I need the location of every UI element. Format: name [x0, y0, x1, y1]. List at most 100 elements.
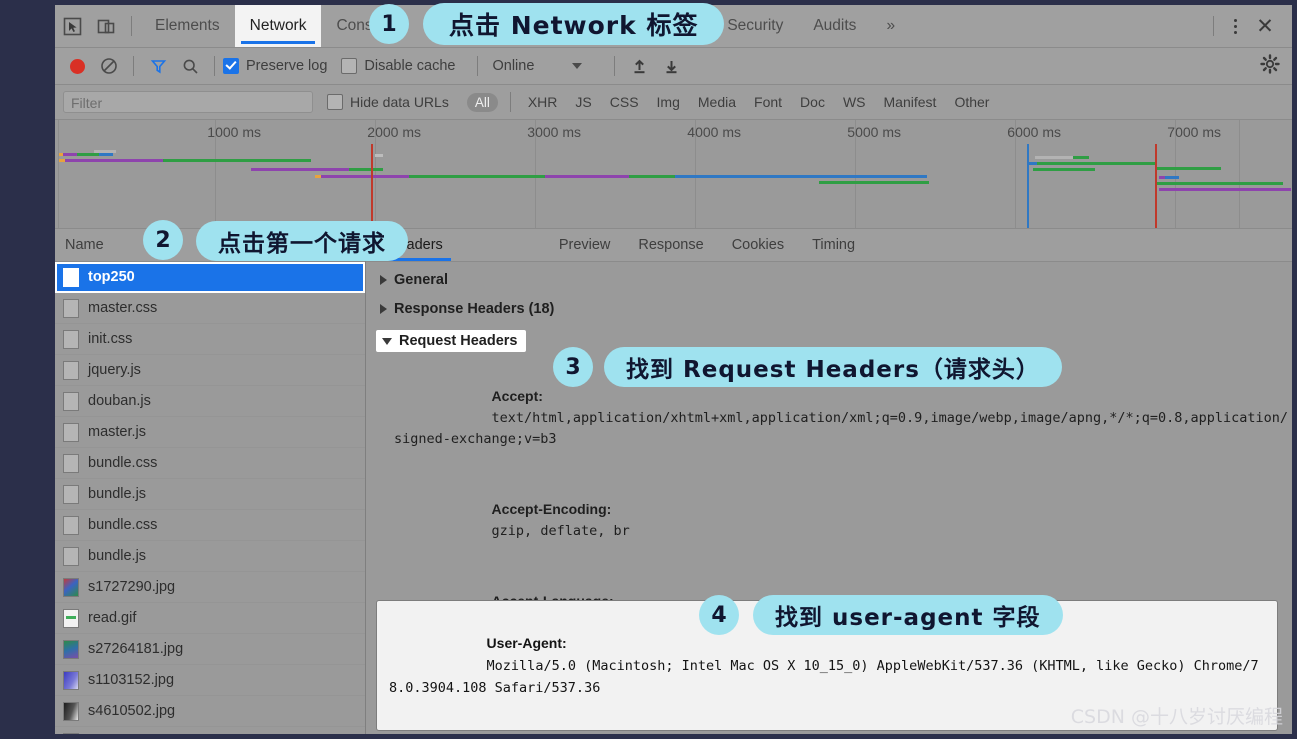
request-row-jquery-js[interactable]: jquery.js [55, 355, 365, 386]
disable-cache-check-icon [341, 58, 358, 74]
detail-tab-response[interactable]: Response [624, 229, 717, 261]
image-icon [63, 670, 79, 690]
request-row-s4610502-jpg[interactable]: s4610502.jpg [55, 696, 365, 727]
network-filter-bar: Filter Hide data URLs All XHR JS CSS Img… [55, 85, 1292, 120]
request-row-s1727290-jpg[interactable]: s1727290.jpg [55, 572, 365, 603]
hide-data-urls-check-icon [327, 94, 343, 110]
header-value: gzip, deflate, br [491, 523, 630, 539]
request-name: s27264181.jpg [88, 641, 184, 657]
image-icon [63, 577, 79, 597]
request-detail-tabs: Headers Preview Response Cookies Timing [366, 229, 1292, 262]
section-request-headers-label: Request Headers [399, 333, 518, 349]
chevron-down-icon [572, 63, 583, 69]
timeline-tick-7000: 7000 ms [1167, 124, 1221, 140]
inspect-element-icon[interactable] [55, 5, 89, 47]
network-timeline-overview[interactable]: 1000 ms 2000 ms 3000 ms 4000 ms 5000 ms … [55, 120, 1292, 229]
request-row-s1103152-jpg[interactable]: s1103152.jpg [55, 665, 365, 696]
section-response-headers[interactable]: Response Headers (18) [380, 301, 1292, 317]
device-toolbar-icon[interactable] [89, 5, 123, 47]
toolbar-divider-3 [477, 56, 479, 76]
settings-gear-icon[interactable] [1260, 54, 1280, 78]
waterfall-bar [1035, 156, 1073, 159]
request-row-bundle-css-1[interactable]: bundle.css [55, 448, 365, 479]
search-icon[interactable] [174, 50, 206, 82]
disable-cache-checkbox[interactable]: Disable cache [341, 58, 455, 74]
tab-security[interactable]: Security [712, 5, 798, 47]
detail-tab-cookies[interactable]: Cookies [718, 229, 798, 261]
request-name: top250 [88, 269, 135, 285]
waterfall-bar [251, 168, 349, 171]
request-list[interactable]: top250 master.css init.css jquery.js dou… [55, 262, 365, 734]
request-row-bundle-css-2[interactable]: bundle.css [55, 510, 365, 541]
timeline-tick-6000: 6000 ms [1007, 124, 1061, 140]
request-row-douban-js[interactable]: douban.js [55, 386, 365, 417]
preserve-log-checkbox[interactable]: Preserve log [223, 58, 327, 74]
hide-data-urls-checkbox[interactable]: Hide data URLs [327, 94, 449, 110]
request-row-read-gif[interactable]: read.gif [55, 603, 365, 634]
request-row-top250[interactable]: top250 [55, 262, 365, 293]
image-icon [63, 639, 79, 659]
filter-divider [509, 92, 511, 112]
request-row-init-css[interactable]: init.css [55, 324, 365, 355]
filter-type-img[interactable]: Img [657, 94, 680, 110]
load-event-marker [1155, 144, 1157, 228]
header-value: Mozilla/5.0 (Macintosh; Intel Mac OS X 1… [389, 658, 1259, 696]
request-row-s27264181-jpg[interactable]: s27264181.jpg [55, 634, 365, 665]
request-row-master-css[interactable]: master.css [55, 293, 365, 324]
filter-type-doc[interactable]: Doc [800, 94, 825, 110]
tab-elements[interactable]: Elements [140, 5, 235, 47]
tab-network[interactable]: Network [234, 5, 322, 47]
timeline-gridline [58, 120, 59, 228]
chevron-right-icon [380, 275, 387, 285]
section-general[interactable]: General [380, 272, 1292, 288]
document-icon [63, 360, 79, 380]
filter-type-media[interactable]: Media [698, 94, 736, 110]
tab-more-icon[interactable]: » [871, 5, 910, 47]
document-icon [63, 422, 79, 442]
close-icon[interactable]: ✕ [1248, 5, 1282, 47]
filter-type-ws[interactable]: WS [843, 94, 866, 110]
callout-bubble-4: 找到 user-agent 字段 [753, 595, 1063, 635]
filter-type-font[interactable]: Font [754, 94, 782, 110]
waterfall-bar [99, 153, 113, 156]
filter-type-js[interactable]: JS [575, 94, 591, 110]
export-har-button[interactable] [655, 50, 687, 82]
request-row-bundle-js-2[interactable]: bundle.js [55, 541, 365, 572]
section-response-headers-label: Response Headers (18) [394, 301, 555, 317]
request-name: bundle.css [88, 455, 158, 471]
section-request-headers[interactable]: Request Headers [376, 330, 527, 352]
tabstrip-right-divider [1213, 16, 1214, 36]
detail-tab-timing[interactable]: Timing [798, 229, 869, 261]
filter-type-css[interactable]: CSS [610, 94, 639, 110]
record-button[interactable] [61, 50, 93, 82]
detail-tab-preview[interactable]: Preview [545, 229, 625, 261]
filter-type-all[interactable]: All [466, 92, 498, 112]
request-name: bundle.js [88, 486, 147, 502]
filter-input[interactable]: Filter [63, 91, 313, 113]
request-row-bundle-js-1[interactable]: bundle.js [55, 479, 365, 510]
request-row-master-js[interactable]: master.js [55, 417, 365, 448]
filter-icon[interactable] [142, 50, 174, 82]
tab-audits[interactable]: Audits [798, 5, 871, 47]
request-name: master.css [88, 300, 158, 316]
throttling-select[interactable]: Online [492, 58, 583, 74]
toolbar-divider-1 [133, 56, 134, 76]
waterfall-bar [63, 153, 77, 156]
request-name: s4610502.jpg [88, 703, 176, 719]
filter-type-manifest[interactable]: Manifest [884, 94, 937, 110]
callout-bubble-2: 点击第一个请求 [196, 221, 408, 261]
document-icon [63, 546, 79, 566]
waterfall-bar [349, 168, 383, 171]
image-icon [63, 608, 79, 628]
import-har-button[interactable] [623, 50, 655, 82]
header-row-accept-encoding: Accept-Encoding: gzip, deflate, br [380, 478, 1292, 563]
more-options-icon[interactable] [1222, 5, 1248, 47]
network-lower-panes: Name top250 master.css init.css jquery.j… [55, 229, 1292, 734]
disable-cache-label: Disable cache [364, 58, 456, 74]
request-row-s29985698-jpg[interactable]: s29985698.jpg [55, 727, 365, 734]
filter-type-xhr[interactable]: XHR [528, 94, 558, 110]
preserve-log-label: Preserve log [246, 58, 328, 74]
timeline-tick-4000: 4000 ms [687, 124, 741, 140]
filter-type-other[interactable]: Other [954, 94, 989, 110]
clear-button[interactable] [93, 50, 125, 82]
